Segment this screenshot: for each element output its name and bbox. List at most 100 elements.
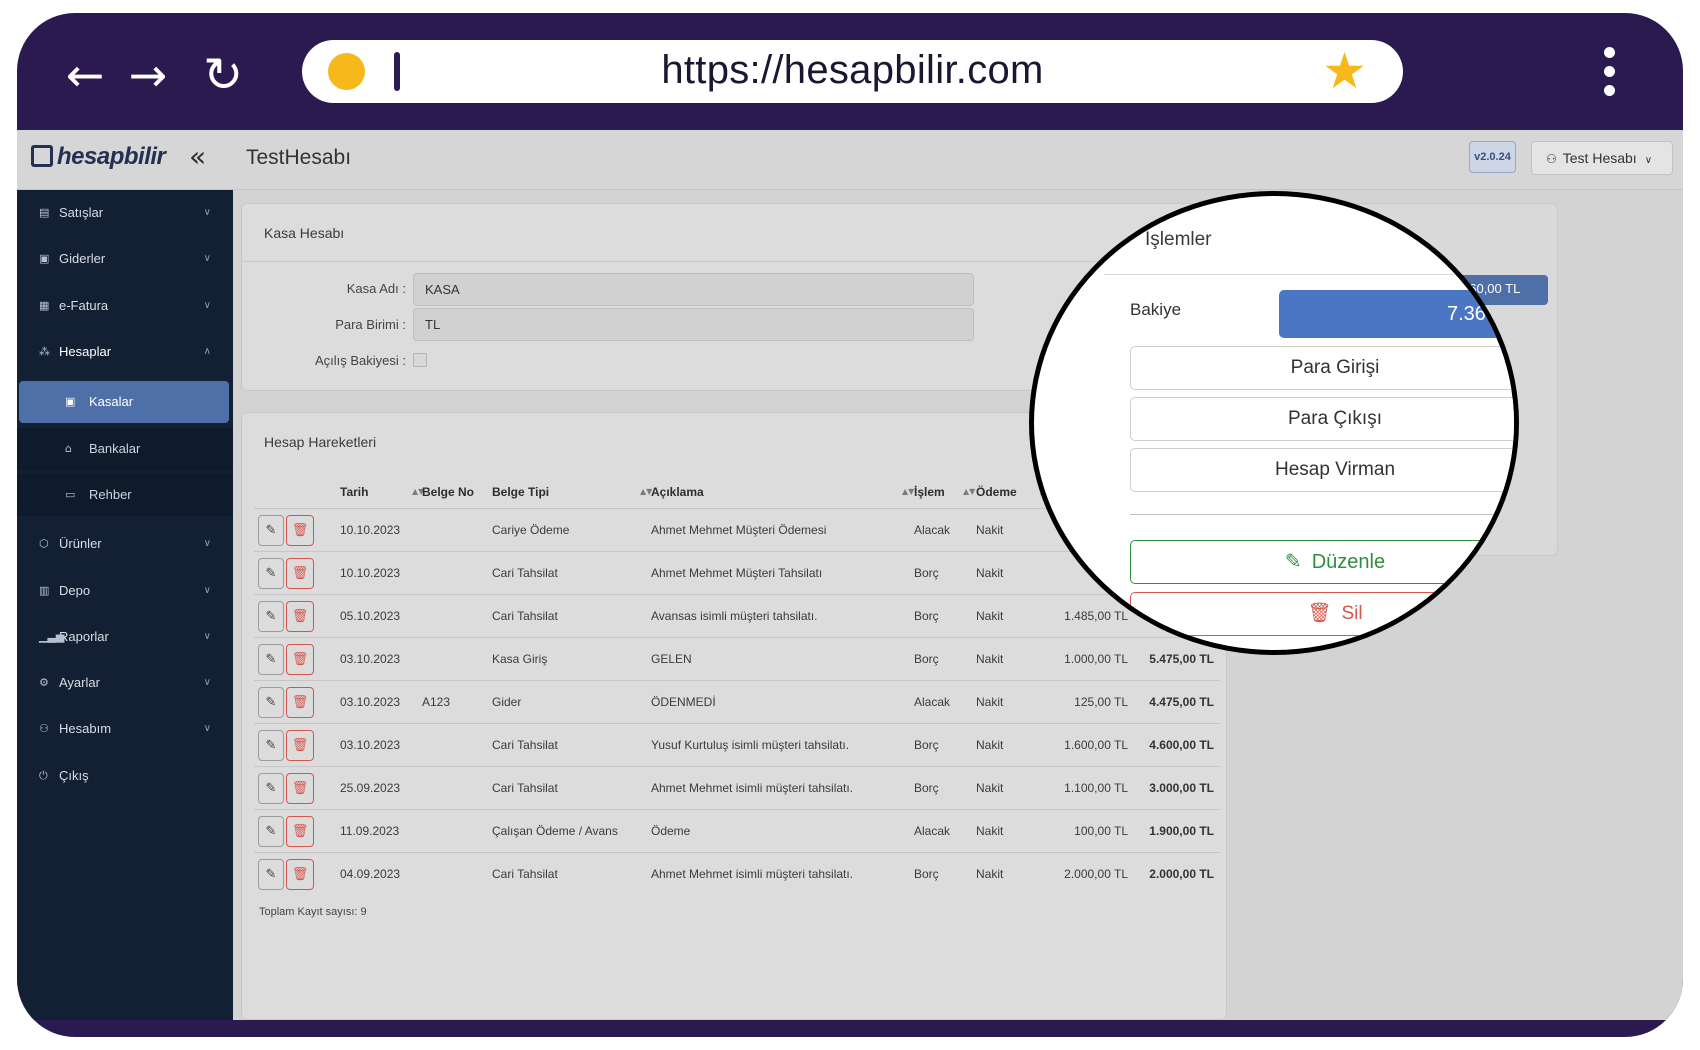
cell-balance: 1.900,00 TL <box>1149 824 1214 838</box>
cell-date: 03.10.2023 <box>340 738 401 752</box>
row-delete-trash-icon[interactable]: 🗑 <box>286 687 314 718</box>
collapse-sidebar-icon[interactable]: « <box>189 140 206 173</box>
sort-icon: ▲▼ <box>902 487 915 496</box>
sidebar-item-satislar[interactable]: ▤ Satışlar ∨ <box>17 192 233 234</box>
column-header-tarih[interactable]: Tarih ▲▼ <box>340 476 424 508</box>
column-header-label: Tarih <box>340 485 369 499</box>
table-row: ✎ 🗑 25.09.2023 Cari Tahsilat Ahmet Mehmet is… <box>254 766 1220 809</box>
sidebar-item-depo[interactable]: ▥ Depo ∨ <box>17 570 233 612</box>
sidebar-item-cikis[interactable]: ⏻ Çıkış <box>17 755 233 797</box>
edit-label: Düzenle <box>1311 551 1386 573</box>
logout-icon: ⏻ <box>39 769 48 782</box>
sidebar-item-label: Kasalar <box>89 394 134 409</box>
forward-arrow-icon[interactable]: → <box>120 49 176 101</box>
para-girisi-button[interactable]: Para Girişi <box>1130 346 1514 390</box>
delete-button[interactable]: 🗑 Sil <box>1130 592 1514 636</box>
sidebar-item-ayarlar[interactable]: ⚙ Ayarlar ∨ <box>17 662 233 704</box>
sidebar-item-hesabim[interactable]: ⚇ Hesabım ∨ <box>17 708 233 750</box>
url-text[interactable]: https://hesapbilir.com <box>302 48 1403 93</box>
sidebar-item-hesaplar[interactable]: ⁂ Hesaplar ∧ <box>17 331 233 373</box>
edit-button[interactable]: ✎ Düzenle <box>1130 540 1514 584</box>
sidebar-item-giderler[interactable]: ▣ Giderler ∨ <box>17 238 233 280</box>
bank-icon: ⌂ <box>65 442 72 455</box>
row-delete-trash-icon[interactable]: 🗑 <box>286 816 314 847</box>
reload-icon[interactable]: ↻ <box>195 49 251 101</box>
column-header-islem[interactable]: İşlem ▲▼ <box>914 476 975 508</box>
sidebar-item-label: Hesabım <box>59 721 112 736</box>
cell-amount: 100,00 TL <box>1074 824 1128 838</box>
kebab-menu-icon[interactable] <box>1604 47 1616 97</box>
opening-balance-checkbox[interactable] <box>413 353 427 367</box>
cell-description: Yusuf Kurtuluş isimli müşteri tahsilatı. <box>651 738 850 752</box>
row-delete-trash-icon[interactable]: 🗑 <box>286 558 314 589</box>
row-delete-trash-icon[interactable]: 🗑 <box>286 644 314 675</box>
row-edit-pencil-icon[interactable]: ✎ <box>258 773 284 804</box>
row-edit-pencil-icon[interactable]: ✎ <box>258 515 284 546</box>
cell-date: 25.09.2023 <box>340 781 401 795</box>
magnifier-circle: İşlemler Bakiye 7.36 Para Girişi Para Çı… <box>1029 191 1519 655</box>
chevron-down-icon: ∨ <box>203 723 211 734</box>
sidebar-item-efatura[interactable]: ▦ e-Fatura ∨ <box>17 285 233 327</box>
delete-label: Sil <box>1341 603 1363 624</box>
sidebar-item-label: Ürünler <box>59 536 102 551</box>
cell-description: Ahmet Mehmet isimli müşteri tahsilatı. <box>651 867 854 881</box>
hesap-virman-button[interactable]: Hesap Virman <box>1130 448 1514 492</box>
row-edit-pencil-icon[interactable]: ✎ <box>258 601 284 632</box>
cell-amount: 1.485,00 TL <box>1064 609 1128 623</box>
column-header-aciklama[interactable]: Açıklama ▲▼ <box>651 476 914 508</box>
cell-payment: Nakit <box>976 609 1004 623</box>
row-edit-pencil-icon[interactable]: ✎ <box>258 687 284 718</box>
currency-field[interactable]: TL <box>413 308 974 341</box>
address-bar[interactable]: https://hesapbilir.com ★ <box>302 40 1403 103</box>
row-delete-trash-icon[interactable]: 🗑 <box>286 859 314 890</box>
para-cikisi-button[interactable]: Para Çıkışı <box>1130 397 1514 441</box>
row-delete-trash-icon[interactable]: 🗑 <box>286 773 314 804</box>
cell-amount: 1.100,00 TL <box>1064 781 1128 795</box>
row-edit-pencil-icon[interactable]: ✎ <box>258 558 284 589</box>
sidebar-subitem-rehber[interactable]: ▭ Rehber <box>17 474 233 516</box>
currency-label: Para Birimi : <box>335 317 406 332</box>
row-edit-pencil-icon[interactable]: ✎ <box>258 816 284 847</box>
user-icon: ⚇ <box>39 722 49 735</box>
user-menu-button[interactable]: ⚇ Test Hesabı ∨ <box>1531 141 1673 175</box>
row-edit-pencil-icon[interactable]: ✎ <box>258 730 284 761</box>
warehouse-icon: ▥ <box>39 584 50 597</box>
row-delete-trash-icon[interactable]: 🗑 <box>286 730 314 761</box>
column-header-odeme[interactable]: Ödeme▲▼ <box>976 476 1052 508</box>
cell-balance: 2.000,00 TL <box>1149 867 1214 881</box>
row-delete-trash-icon[interactable]: 🗑 <box>286 515 314 546</box>
bookmark-star-icon[interactable]: ★ <box>1322 42 1367 100</box>
card-title: Kasa Hesabı <box>264 225 345 241</box>
app-logo[interactable]: hesapbilir <box>31 143 166 171</box>
chevron-down-icon: ∨ <box>203 585 211 596</box>
contacts-icon: ▭ <box>65 488 76 501</box>
row-delete-trash-icon[interactable]: 🗑 <box>286 601 314 632</box>
column-header-belge-no[interactable]: Belge No <box>422 476 474 508</box>
row-edit-pencil-icon[interactable]: ✎ <box>258 859 284 890</box>
sidebar-subitem-kasalar[interactable]: ▣ Kasalar <box>19 381 229 423</box>
cell-payment: Nakit <box>976 566 1004 580</box>
back-arrow-icon[interactable]: ← <box>57 49 113 101</box>
settings-icon: ⚙ <box>39 676 49 689</box>
cell-doc-type: Çalışan Ödeme / Avans <box>492 824 618 838</box>
cell-doc-type: Gider <box>492 695 522 709</box>
column-header-belge-tipi[interactable]: Belge Tipi ▲▼ <box>492 476 652 508</box>
sidebar-item-raporlar[interactable]: ▁▃▅ Raporlar ∨ <box>17 616 233 658</box>
row-edit-pencil-icon[interactable]: ✎ <box>258 644 284 675</box>
chevron-down-icon: ∨ <box>203 207 211 218</box>
sidebar-item-urunler[interactable]: ⬡ Ürünler ∨ <box>17 523 233 565</box>
cell-payment: Nakit <box>976 824 1004 838</box>
chevron-down-icon: ∨ <box>203 300 211 311</box>
reports-icon: ▁▃▅ <box>39 630 65 643</box>
divider <box>1130 514 1514 515</box>
chevron-down-icon: ∨ <box>203 631 211 642</box>
chevron-up-icon: ∧ <box>203 346 211 357</box>
table-row: ✎ 🗑 03.10.2023 Cari Tahsilat Yusuf Kurtuluş … <box>254 723 1220 766</box>
cell-payment: Nakit <box>976 867 1004 881</box>
kasa-name-field[interactable]: KASA <box>413 273 974 306</box>
cell-date: 04.09.2023 <box>340 867 401 881</box>
card-title: Hesap Hareketleri <box>264 434 377 450</box>
sidebar-subitem-bankalar[interactable]: ⌂ Bankalar <box>17 428 233 470</box>
column-header-label: Belge Tipi <box>492 485 550 499</box>
cell-date: 11.09.2023 <box>340 824 400 838</box>
